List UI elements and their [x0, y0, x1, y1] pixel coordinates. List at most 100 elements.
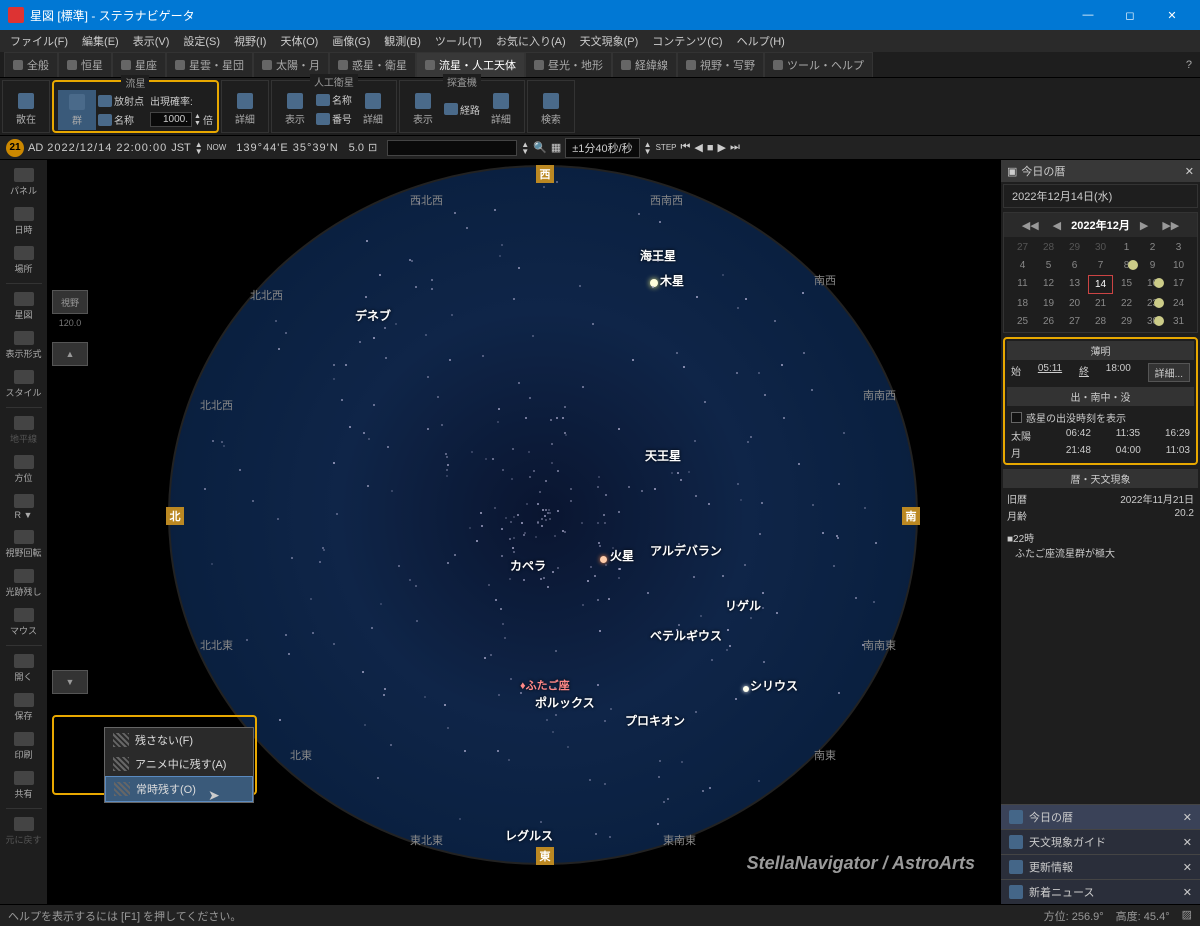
menu-item[interactable]: 天文現象(P): [574, 31, 645, 51]
side-印刷[interactable]: 印刷: [3, 728, 45, 765]
side-マウス[interactable]: マウス: [3, 604, 45, 641]
planet-times-checkbox[interactable]: [1011, 412, 1022, 423]
cal-day-31[interactable]: 31: [1166, 313, 1191, 330]
panel-close[interactable]: ✕: [1183, 861, 1192, 874]
meteor-name-toggle[interactable]: 名称: [98, 111, 144, 129]
trail-option-0[interactable]: 残さない(F): [105, 728, 253, 752]
menu-item[interactable]: ヘルプ(H): [731, 31, 791, 51]
cal-day-3[interactable]: 3: [1166, 239, 1191, 256]
bottom-tab-2[interactable]: 更新情報✕: [1001, 854, 1200, 879]
minimize-button[interactable]: —: [1068, 1, 1108, 29]
cal-next-year[interactable]: ▶▶: [1158, 219, 1183, 232]
bottom-tab-1[interactable]: 天文現象ガイド✕: [1001, 829, 1200, 854]
speed-field[interactable]: ±1分40秒/秒: [565, 138, 639, 158]
sky-dome[interactable]: 西 北 南 東 西北西 西南西 北北西 南西 北北西 南南西 南南東 南東 北北…: [168, 165, 918, 865]
cal-day-17[interactable]: 17: [1166, 275, 1191, 294]
cal-prev-month[interactable]: ◀: [1049, 219, 1065, 232]
cal-day-15[interactable]: 15: [1114, 275, 1139, 294]
menu-item[interactable]: 編集(E): [76, 31, 125, 51]
tab-経緯線[interactable]: 経緯線: [612, 52, 677, 77]
tab-help-icon[interactable]: ?: [1178, 55, 1200, 75]
first-button[interactable]: ⏮: [681, 141, 691, 154]
meteor-swarm-button[interactable]: 群: [58, 90, 96, 130]
play-button[interactable]: ▶: [718, 141, 726, 154]
cal-day-9[interactable]: 9: [1140, 257, 1165, 274]
tab-全般[interactable]: 全般: [4, 52, 58, 77]
coordinates-field[interactable]: 139°44'E 35°39'N: [236, 142, 338, 154]
meteor-detail-button[interactable]: 詳細: [226, 89, 264, 129]
side-R ▼[interactable]: R ▼: [3, 490, 45, 524]
side-表示形式[interactable]: 表示形式: [3, 327, 45, 364]
tab-星座[interactable]: 星座: [112, 52, 166, 77]
cal-day-2[interactable]: 2: [1140, 239, 1165, 256]
scatter-button[interactable]: 散在: [7, 89, 45, 129]
trail-option-2[interactable]: 常時残す(O): [105, 776, 253, 802]
cal-next-month[interactable]: ▶: [1136, 219, 1152, 232]
spinner-down[interactable]: ▼: [194, 120, 201, 127]
satellite-detail-button[interactable]: 詳細: [354, 89, 392, 129]
side-パネル[interactable]: パネル: [3, 164, 45, 201]
side-共有[interactable]: 共有: [3, 767, 45, 804]
maximize-button[interactable]: ◻: [1110, 1, 1150, 29]
tab-恒星[interactable]: 恒星: [58, 52, 112, 77]
cal-day-20[interactable]: 20: [1062, 295, 1087, 312]
zoom-out-button[interactable]: ▼: [52, 670, 88, 694]
bottom-tab-0[interactable]: 今日の暦✕: [1001, 804, 1200, 829]
status-icon[interactable]: ▨: [1182, 908, 1192, 924]
satellite-name-toggle[interactable]: 名称: [316, 91, 352, 109]
menu-item[interactable]: 視野(I): [228, 31, 272, 51]
side-方位[interactable]: 方位: [3, 451, 45, 488]
satellite-show-button[interactable]: 表示: [276, 89, 314, 129]
side-場所[interactable]: 場所: [3, 242, 45, 279]
panel-close-button[interactable]: ✕: [1185, 165, 1194, 178]
panel-close[interactable]: ✕: [1183, 811, 1192, 824]
now-button[interactable]: NOW: [207, 143, 227, 152]
last-button[interactable]: ⏭: [730, 141, 740, 154]
side-スタイル[interactable]: スタイル: [3, 366, 45, 403]
menu-item[interactable]: コンテンツ(C): [646, 31, 728, 51]
side-日時[interactable]: 日時: [3, 203, 45, 240]
cal-day-28[interactable]: 28: [1036, 239, 1061, 256]
probe-detail-button[interactable]: 詳細: [482, 89, 520, 129]
fov-field[interactable]: 5.0: [349, 142, 364, 154]
menu-item[interactable]: お気に入り(A): [490, 31, 572, 51]
step-button[interactable]: STEP: [656, 143, 677, 152]
menu-item[interactable]: 観測(B): [378, 31, 427, 51]
search-field[interactable]: [387, 140, 517, 156]
cal-prev-year[interactable]: ◀◀: [1018, 219, 1043, 232]
satellite-number-toggle[interactable]: 番号: [316, 110, 352, 128]
cal-day-10[interactable]: 10: [1166, 257, 1191, 274]
cal-day-4[interactable]: 4: [1010, 257, 1035, 274]
side-視野回転[interactable]: 視野回転: [3, 526, 45, 563]
panel-close[interactable]: ✕: [1183, 886, 1192, 899]
cal-day-28[interactable]: 28: [1088, 313, 1113, 330]
spinner-up[interactable]: ▲: [194, 113, 201, 120]
probe-route-toggle[interactable]: 経路: [444, 100, 480, 118]
side-星図[interactable]: 星図: [3, 288, 45, 325]
cal-day-27[interactable]: 27: [1062, 313, 1087, 330]
stop-button[interactable]: ■: [707, 142, 714, 154]
cal-day-24[interactable]: 24: [1166, 295, 1191, 312]
timezone-label[interactable]: JST: [171, 142, 191, 154]
cal-day-6[interactable]: 6: [1062, 257, 1087, 274]
tab-昼光・地形[interactable]: 昼光・地形: [525, 52, 612, 77]
cal-day-30[interactable]: 30: [1140, 313, 1165, 330]
cal-day-16[interactable]: 16: [1140, 275, 1165, 294]
side-開く[interactable]: 開く: [3, 650, 45, 687]
cal-day-1[interactable]: 1: [1114, 239, 1139, 256]
search-icon[interactable]: 🔍: [533, 141, 547, 154]
cal-day-13[interactable]: 13: [1062, 275, 1087, 294]
cal-day-8[interactable]: 8: [1114, 257, 1139, 274]
menu-item[interactable]: 表示(V): [127, 31, 176, 51]
day-badge[interactable]: 21: [6, 139, 24, 157]
cal-day-14[interactable]: 14: [1088, 275, 1113, 294]
menu-item[interactable]: ツール(T): [429, 31, 488, 51]
cal-day-21[interactable]: 21: [1088, 295, 1113, 312]
side-保存[interactable]: 保存: [3, 689, 45, 726]
cal-day-11[interactable]: 11: [1010, 275, 1035, 294]
trail-option-1[interactable]: アニメ中に残す(A): [105, 752, 253, 776]
datetime-field[interactable]: 2022/12/14 22:00:00: [47, 142, 167, 154]
cal-day-12[interactable]: 12: [1036, 275, 1061, 294]
radiant-toggle[interactable]: 放射点: [98, 92, 144, 110]
panel-close[interactable]: ✕: [1183, 836, 1192, 849]
